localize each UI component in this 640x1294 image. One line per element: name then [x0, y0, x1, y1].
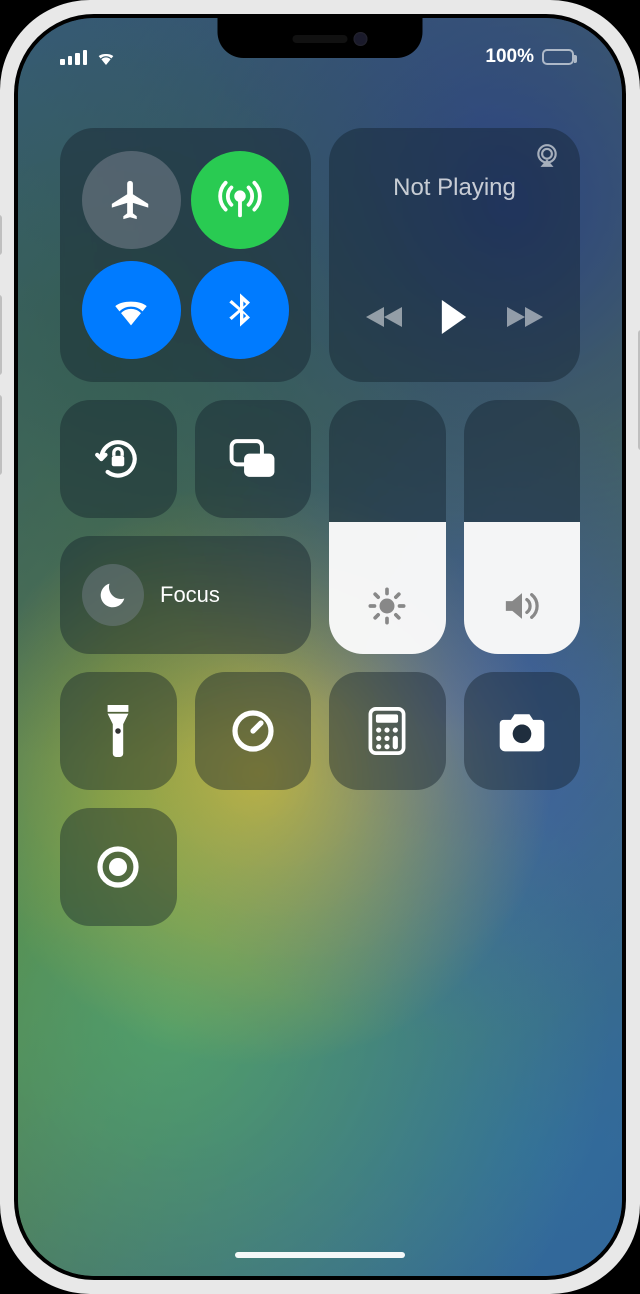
flashlight-button[interactable]	[60, 672, 177, 790]
media-title: Not Playing	[349, 174, 560, 202]
battery-percentage: 100%	[485, 46, 534, 68]
orientation-lock-icon	[93, 434, 143, 484]
volume-down-button	[0, 395, 2, 475]
bluetooth-icon	[220, 288, 260, 332]
media-controls-group[interactable]: Not Playing	[329, 128, 580, 382]
sun-icon	[329, 586, 446, 626]
antenna-icon	[217, 177, 263, 223]
rewind-button[interactable]	[366, 303, 406, 331]
airplay-icon[interactable]	[534, 144, 560, 168]
fast-forward-button[interactable]	[503, 303, 543, 331]
mute-switch	[0, 215, 2, 255]
bluetooth-button[interactable]	[191, 261, 290, 360]
play-button[interactable]	[439, 300, 469, 334]
device-frame: 100%	[0, 0, 640, 1294]
flashlight-icon	[104, 705, 132, 757]
camera-button[interactable]	[464, 672, 581, 790]
calculator-button[interactable]	[329, 672, 446, 790]
airplane-mode-button[interactable]	[82, 151, 181, 250]
moon-icon-wrap	[82, 564, 144, 626]
calculator-icon	[368, 707, 406, 755]
wifi-status-icon	[95, 49, 117, 65]
connectivity-group	[60, 128, 311, 382]
wifi-button[interactable]	[82, 261, 181, 360]
wifi-icon	[108, 287, 154, 333]
record-icon	[94, 843, 142, 891]
cellular-data-button[interactable]	[191, 151, 290, 250]
notch	[218, 18, 423, 58]
brightness-slider[interactable]	[329, 400, 446, 654]
focus-button[interactable]: Focus	[60, 536, 311, 654]
screen-mirroring-icon	[228, 437, 278, 481]
fast-forward-icon	[503, 303, 543, 331]
focus-label: Focus	[160, 582, 220, 608]
airplane-icon	[108, 177, 154, 223]
cellular-signal-icon	[60, 49, 87, 65]
control-center: Not Playing	[60, 128, 580, 926]
volume-slider[interactable]	[464, 400, 581, 654]
orientation-lock-button[interactable]	[60, 400, 177, 518]
volume-up-button	[0, 295, 2, 375]
home-indicator[interactable]	[235, 1252, 405, 1258]
screen-record-button[interactable]	[60, 808, 177, 926]
play-icon	[439, 300, 469, 334]
speaker-icon	[464, 586, 581, 626]
timer-button[interactable]	[195, 672, 312, 790]
moon-icon	[96, 578, 130, 612]
screen-mirroring-button[interactable]	[195, 400, 312, 518]
battery-icon	[542, 49, 574, 65]
screen: 100%	[18, 18, 622, 1276]
rewind-icon	[366, 303, 406, 331]
timer-icon	[229, 707, 277, 755]
camera-icon	[496, 710, 548, 752]
